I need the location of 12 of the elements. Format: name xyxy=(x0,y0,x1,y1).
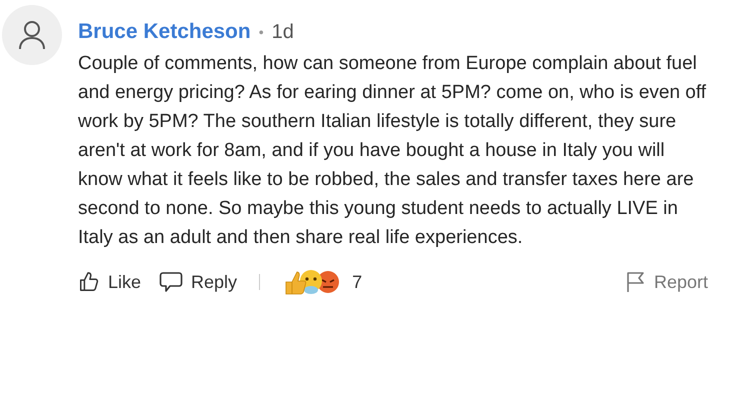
user-icon xyxy=(18,20,46,50)
comment-text: Couple of comments, how can someone from Europe complain about fuel and energy pricing? As for earing dinner at 5PM? come on, who is even off work by 5PM? The southern Italian lifestyle is totally different, they sure aren't at work for 8am, and if you have bought a house in Italy you will know what it feels like to be robbed, the sales and transfer taxes here are second to none. So maybe this young student needs to actually LIVE in Italy as an adult and then share real life experiences. xyxy=(78,52,708,250)
flag-icon xyxy=(626,271,646,293)
comment-time: 1d xyxy=(272,20,294,45)
like-button[interactable]: Like xyxy=(78,268,142,296)
separator-dot: • xyxy=(258,22,264,42)
speech-bubble-icon xyxy=(159,271,184,293)
reply-button[interactable]: Reply xyxy=(159,268,238,296)
author-name[interactable]: Bruce Ketcheson xyxy=(78,17,251,47)
report-button[interactable]: Report xyxy=(626,268,708,296)
thumbs-up-icon xyxy=(78,271,100,293)
reaction-count: 7 xyxy=(352,270,362,294)
